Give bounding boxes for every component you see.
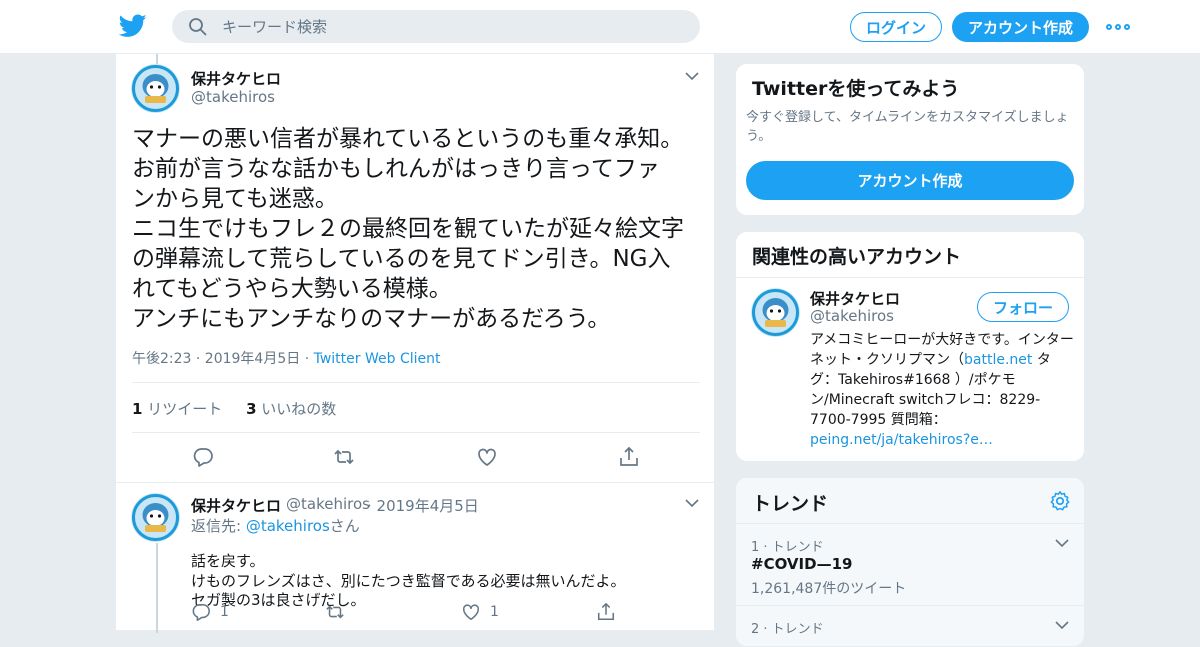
like-stat-label: いいねの数 [261,400,337,418]
chevron-down-icon[interactable] [1055,538,1069,548]
main-timeline: 保井タケヒロ @takehiros マナーの悪い信者が暴れているというのも重々承… [115,54,716,633]
divider [736,277,1084,278]
author-handle[interactable]: @takehiros [191,88,275,106]
tweet-line: れてもどうやら大勢いる模様。 [132,276,452,302]
signup-card-button[interactable]: アカウント作成 [746,161,1074,200]
thread-line [156,543,158,633]
tweet-line: ンから見ても迷惑。 [132,186,338,212]
search-icon [189,18,207,36]
related-account-name[interactable]: 保井タケヒロ [810,288,900,309]
tweet-line: お前が言うなな話かもしれんがはっきり言ってファ [132,156,660,182]
signup-card-description: 今すぐ登録して、タイムラインをカスタマイズしましょう。 [746,110,1069,144]
tweet-meta: 午後2:23 · 2019年4月5日 · Twitter Web Client [132,348,440,368]
trend-meta: 2 · トレンド [751,622,824,637]
reply-icon[interactable] [192,446,214,468]
retweet-stat-label: リツイート [147,400,223,418]
top-bar: ログイン アカウント作成 [0,0,1200,54]
bio-link[interactable]: peing.net/ja/takehiros?e… [810,432,993,448]
trend-count: 1,261,487件のツイート [751,581,907,597]
tweet-line: の弾幕流して荒らしているのを見てドン引き。NG入 [132,246,671,272]
reply-to-handle[interactable]: @takehiros [246,517,330,535]
reply-author-handle[interactable]: @takehiros [286,495,370,513]
follow-button[interactable]: フォロー [977,292,1069,322]
trend-meta: 1 · トレンド [751,540,824,555]
search-input[interactable] [222,10,682,43]
search-box[interactable] [172,10,700,43]
signup-card: Twitterを使ってみよう 今すぐ登録して、タイムラインをカスタマイズしましょ… [735,63,1085,216]
chevron-down-icon[interactable] [685,71,699,81]
reply-icon[interactable] [191,602,211,622]
gear-icon[interactable] [1049,490,1071,512]
share-icon[interactable] [596,602,616,622]
tweet-line: マナーの悪い信者が暴れているというのも重々承知。 [132,126,684,152]
signup-card-title: Twitterを使ってみよう [752,78,960,100]
like-stat[interactable]: 3 いいねの数 [246,400,336,418]
share-icon[interactable] [618,446,640,468]
retweet-count: 1 [132,400,143,418]
related-account-bio: アメコミヒーローが大好きです。インターネット・クソリプマン（battle.net… [810,330,1074,450]
chevron-down-icon[interactable] [685,498,699,508]
related-card-title: 関連性の高いアカウント [752,246,962,268]
signup-button[interactable]: アカウント作成 [952,12,1089,42]
retweet-icon[interactable] [333,446,355,468]
avatar[interactable] [751,288,800,337]
reply-date[interactable]: · 2019年4月5日 [367,495,479,516]
avatar[interactable] [131,493,180,542]
related-account-handle[interactable]: @takehiros [810,307,894,325]
trends-card: トレンド 1 · トレンド #COVID—19 1,261,487件のツイート … [735,477,1085,647]
like-icon[interactable] [476,446,498,468]
divider [132,382,700,383]
tweet-client-link[interactable]: Twitter Web Client [314,351,441,367]
login-button[interactable]: ログイン [850,12,942,42]
trend-item[interactable]: 2 · トレンド [736,606,1084,646]
reply-count: 1 [220,604,229,620]
trend-item[interactable]: 1 · トレンド #COVID—19 1,261,487件のツイート [736,524,1084,605]
meta-separator: · [304,351,310,367]
tweet-line: アンチにもアンチなりのマナーがあるだろう。 [132,306,611,332]
reply-to-line: 返信先: @takehirosさん [191,515,360,536]
tweet-timestamp[interactable]: 午後2:23 · 2019年4月5日 [132,351,300,367]
reply-line: 話を戻す。 [191,552,265,570]
avatar[interactable] [131,64,180,113]
author-name[interactable]: 保井タケヒロ [191,68,281,89]
tweet-line: ニコ生でけもフレ２の最終回を観ていたが延々絵文字 [132,216,684,242]
reply-like-count: 1 [490,604,499,620]
like-count: 3 [246,400,257,418]
retweet-icon[interactable] [325,602,345,622]
divider [132,432,700,433]
reply-to-suffix: さん [329,517,360,535]
trends-title: トレンド [752,493,829,515]
reply-author-name[interactable]: 保井タケヒロ [191,495,281,516]
reply-line: セガ製の3は良さげだし。 [191,591,366,609]
bio-link[interactable]: battle.net [964,352,1032,368]
tweet-text: マナーの悪い信者が暴れているというのも重々承知。 お前が言うなな話かもしれんがは… [132,124,704,334]
thread-line [156,54,158,64]
more-options-icon[interactable] [1106,18,1130,36]
tweet-stats: 1 リツイート 3 いいねの数 [132,398,336,419]
related-accounts-card: 関連性の高いアカウント 保井タケヒロ @takehiros フォロー アメコミヒ… [735,231,1085,462]
reply-text: 話を戻す。 けものフレンズはさ、別にたつき監督である必要は無いんだよ。 セガ製の… [191,552,626,611]
chevron-down-icon[interactable] [1055,620,1069,630]
retweet-stat[interactable]: 1 リツイート [132,400,222,418]
twitter-logo-icon[interactable] [119,14,147,38]
reply-line: けものフレンズはさ、別にたつき監督である必要は無いんだよ。 [191,571,626,590]
reply-tweet[interactable]: 保井タケヒロ @takehiros · 2019年4月5日 返信先: @take… [116,482,716,633]
like-icon[interactable] [461,602,481,622]
trend-name[interactable]: #COVID—19 [751,555,852,573]
reply-to-prefix: 返信先: [191,517,246,535]
